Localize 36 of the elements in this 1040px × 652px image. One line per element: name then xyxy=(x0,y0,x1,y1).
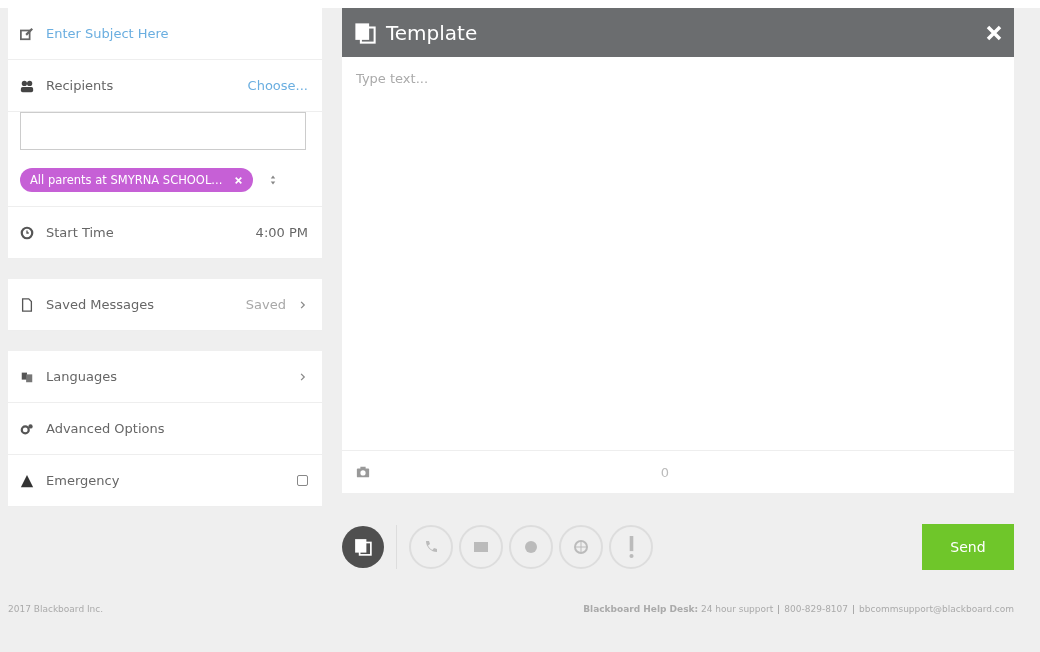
document-icon xyxy=(354,21,376,44)
message-field[interactable]: Type text... xyxy=(342,57,1014,450)
option-label[interactable]: Advanced Options xyxy=(46,421,308,436)
exclamation-icon xyxy=(628,536,634,558)
chevron-icon xyxy=(298,371,308,382)
chevron-icon xyxy=(298,299,308,310)
warning-icon xyxy=(20,473,34,488)
document-icon xyxy=(354,538,372,556)
close-icon xyxy=(234,175,244,185)
support-email: bbcommsupport@blackboard.com xyxy=(859,604,1014,614)
document-icon xyxy=(20,297,34,312)
emergency-checkbox[interactable] xyxy=(297,475,308,486)
emergency-label: Emergency xyxy=(46,473,121,488)
edit-icon xyxy=(20,26,34,41)
help-desk-text: Blackboard Help Desk: 24 hour support xyxy=(583,604,774,614)
recipients-label: Recipients xyxy=(46,78,115,93)
character-count: 0 xyxy=(659,464,671,480)
phone-icon xyxy=(423,539,439,555)
close-icon xyxy=(986,24,1002,41)
saved-value: Saved xyxy=(245,297,286,312)
clock-icon xyxy=(20,225,34,240)
recipient-tag[interactable]: All parents at SMYRNA SCHOOL... xyxy=(20,168,254,192)
phone-number: 800-829-8107 xyxy=(784,604,849,614)
start-time-value[interactable]: 4:00 PM xyxy=(255,225,308,240)
recipients-field[interactable] xyxy=(20,112,306,150)
gears-icon xyxy=(20,421,34,436)
editor-title: Template xyxy=(386,20,479,45)
channel-button[interactable] xyxy=(342,526,384,568)
option-label[interactable]: Languages xyxy=(46,369,286,384)
group-icon xyxy=(20,78,34,93)
copyright-text: 2017 Blackboard Inc. xyxy=(8,604,104,614)
saved-messages-label[interactable]: Saved Messages xyxy=(46,297,234,312)
start-time-label: Start Time xyxy=(46,225,115,240)
camera-icon xyxy=(356,465,370,479)
envelope-icon xyxy=(473,539,489,555)
globe-icon xyxy=(573,539,589,555)
